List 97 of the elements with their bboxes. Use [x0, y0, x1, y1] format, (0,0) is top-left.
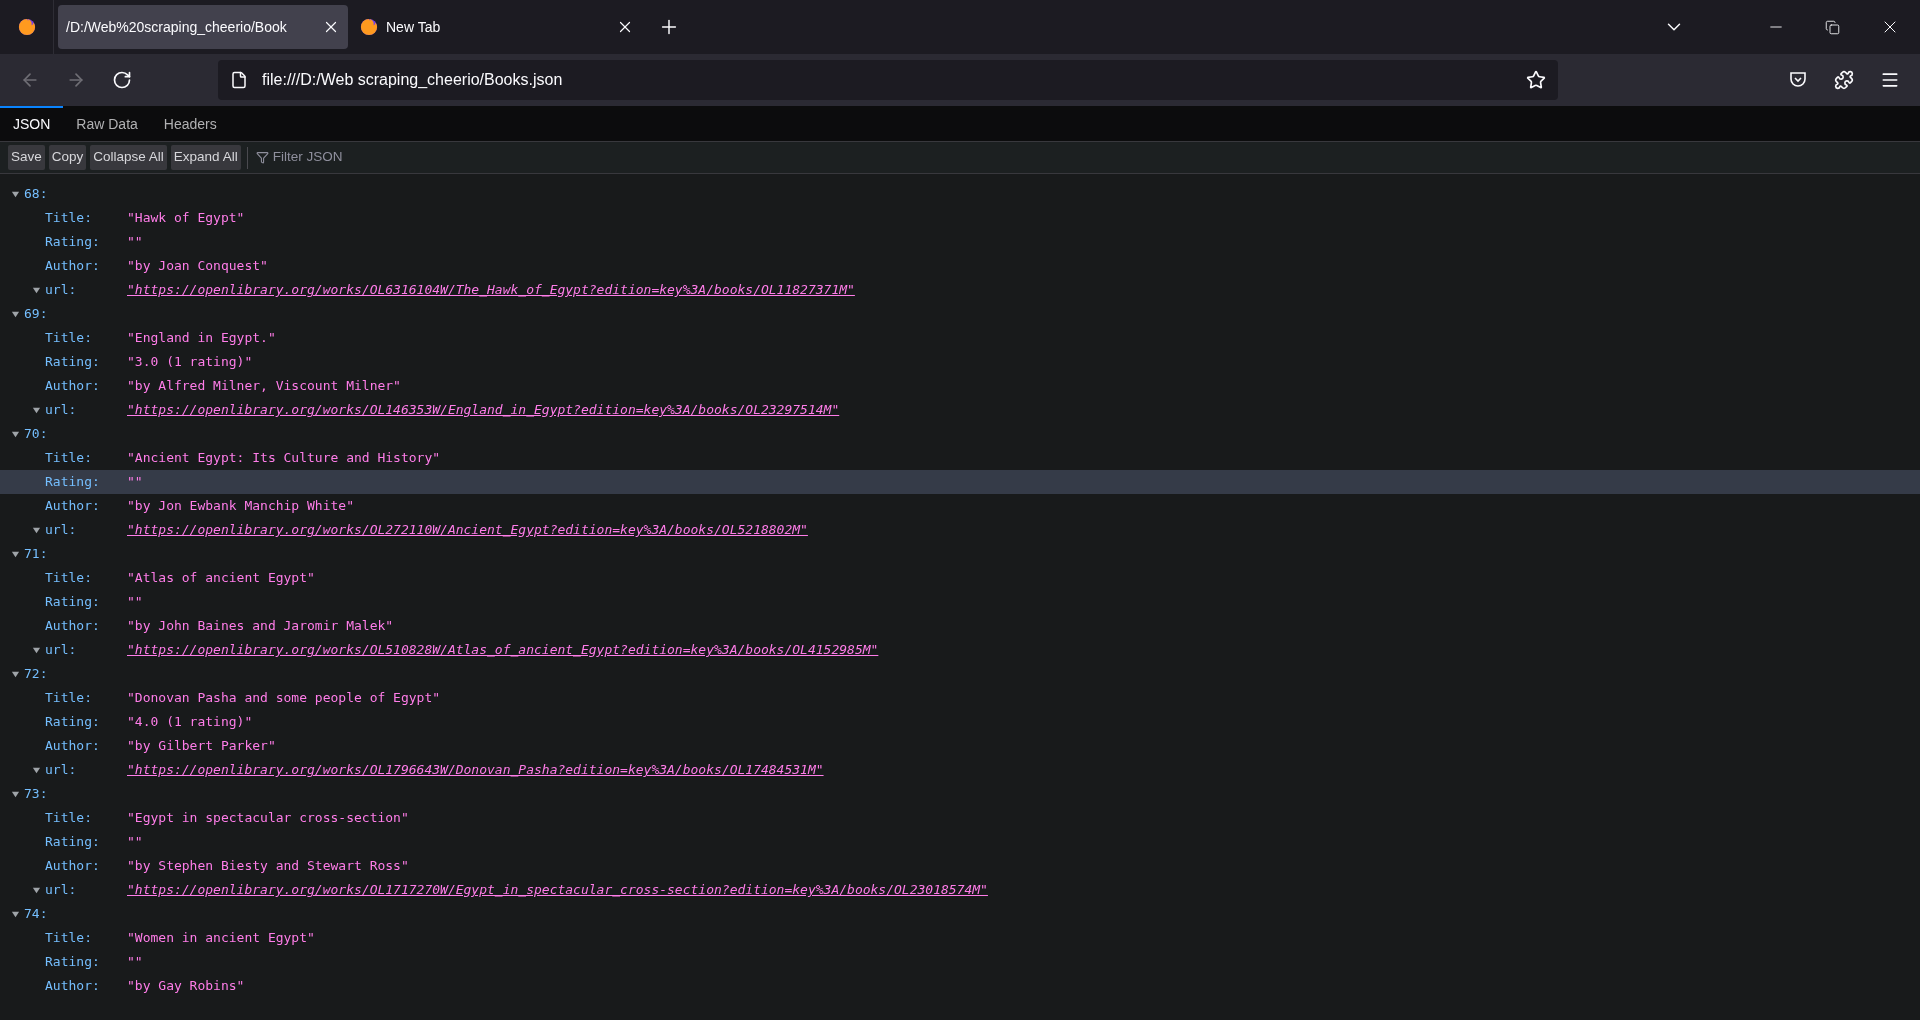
field-value: "by Joan Conquest" [127, 257, 268, 276]
viewer-tab[interactable]: Headers [150, 106, 230, 141]
caret-icon[interactable] [32, 525, 41, 535]
entry-index: 68: [24, 185, 48, 204]
tab-title: New Tab [386, 17, 442, 37]
url-link[interactable]: "https://openlibrary.org/works/OL510828W/Atlas_of_ancient_Egypt?edition=key%3A/books/OL4152985M" [127, 640, 879, 660]
field-value: "by John Baines and Jaromir Malek" [127, 617, 394, 636]
field-value: "Women in ancient Egypt" [127, 929, 315, 948]
field-value: "3.0 (1 rating)" [127, 353, 253, 372]
entry-index: 74: [24, 905, 48, 924]
caret-icon[interactable] [32, 885, 41, 895]
address-bar[interactable]: file:///D:/Web scraping_cheerio/Books.json [218, 60, 1558, 100]
field-value: "Hawk of Egypt" [127, 209, 245, 228]
field-value: "by Alfred Milner, Viscount Milner" [127, 377, 401, 396]
toolbar-button[interactable]: Copy [48, 145, 87, 170]
extensions-icon[interactable] [1834, 70, 1854, 90]
entry-index: 70: [24, 425, 48, 444]
field-key: Author: [45, 616, 127, 636]
field-value: "" [127, 953, 143, 972]
viewer-tab[interactable]: Raw Data [63, 106, 151, 141]
field-key: Rating: [45, 592, 127, 612]
field-value: "" [127, 593, 143, 612]
field-key: Author: [45, 496, 127, 516]
field-key: Title: [45, 208, 127, 228]
field-key: Rating: [45, 712, 127, 732]
caret-icon[interactable] [32, 405, 41, 415]
caret-icon[interactable] [11, 189, 20, 199]
field-key: Title: [45, 448, 127, 468]
field-key: Title: [45, 328, 127, 348]
field-key: Author: [45, 256, 127, 276]
entry-index: 69: [24, 305, 48, 324]
browser-logo-icon [17, 18, 36, 36]
field-key: Author: [45, 376, 127, 396]
toolbar-button[interactable]: Expand All [170, 145, 241, 170]
field-value: "Donovan Pasha and some people of Egypt" [127, 689, 441, 708]
toolbar-button[interactable]: Save [8, 145, 45, 170]
browser-tab[interactable]: /D:/Web%20scraping_cheerio/Book [58, 5, 348, 49]
field-key: Rating: [45, 952, 127, 972]
entry-index: 71: [24, 545, 48, 564]
tab-title: /D:/Web%20scraping_cheerio/Book [66, 17, 288, 37]
star-icon[interactable] [1526, 70, 1546, 90]
reload-icon[interactable] [112, 70, 132, 90]
field-value: "by Gilbert Parker" [127, 737, 276, 756]
caret-icon[interactable] [11, 429, 20, 439]
field-key: Rating: [45, 232, 127, 252]
pocket-icon[interactable] [1788, 70, 1808, 90]
field-key: url: [45, 760, 127, 780]
filter-icon [255, 151, 269, 164]
field-value: "by Gay Robins" [127, 977, 245, 996]
field-key: url: [45, 400, 127, 420]
url-link[interactable]: "https://openlibrary.org/works/OL6316104W/The_Hawk_of_Egypt?edition=key%3A/books/OL11827371M" [127, 280, 855, 300]
entry-index: 72: [24, 665, 48, 684]
browser-logo-icon [360, 18, 378, 36]
url-link[interactable]: "https://openlibrary.org/works/OL272110W/Ancient_Egypt?edition=key%3A/books/OL5218802M" [127, 520, 808, 540]
field-value: "4.0 (1 rating)" [127, 713, 253, 732]
field-key: url: [45, 280, 127, 300]
caret-icon[interactable] [32, 285, 41, 295]
field-key: Title: [45, 688, 127, 708]
field-value: "" [127, 233, 143, 252]
url-link[interactable]: "https://openlibrary.org/works/OL1796643W/Donovan_Pasha?edition=key%3A/books/OL17484531M" [127, 760, 824, 780]
field-value: "" [127, 473, 143, 492]
field-value: "Ancient Egypt: Its Culture and History" [127, 449, 441, 468]
caret-icon[interactable] [11, 549, 20, 559]
url-link[interactable]: "https://openlibrary.org/works/OL1717270W/Egypt_in_spectacular_cross-section?edition=key%3A/books/OL23018574M" [127, 880, 988, 900]
field-key: Rating: [45, 352, 127, 372]
field-key: Title: [45, 568, 127, 588]
caret-icon[interactable] [32, 645, 41, 655]
field-key: Rating: [45, 832, 127, 852]
browser-tab[interactable]: New Tab [352, 5, 642, 49]
caret-icon[interactable] [11, 789, 20, 799]
field-value: "Egypt in spectacular cross-section" [127, 809, 409, 828]
field-key: Rating: [45, 472, 127, 492]
caret-icon[interactable] [32, 765, 41, 775]
field-key: Title: [45, 808, 127, 828]
field-key: url: [45, 880, 127, 900]
field-value: "by Stephen Biesty and Stewart Ross" [127, 857, 409, 876]
menu-icon[interactable] [1880, 70, 1900, 90]
field-value: "" [127, 833, 143, 852]
file-icon [230, 71, 248, 89]
field-key: url: [45, 520, 127, 540]
address-text: file:///D:/Web scraping_cheerio/Books.json [262, 70, 564, 90]
caret-icon[interactable] [11, 909, 20, 919]
field-value: "England in Egypt." [127, 329, 276, 348]
field-key: Author: [45, 976, 127, 996]
filter-field[interactable]: Filter JSON [272, 147, 473, 168]
field-value: "by Jon Ewbank Manchip White" [127, 497, 354, 516]
field-key: Author: [45, 856, 127, 876]
field-key: Title: [45, 928, 127, 948]
field-value: "Atlas of ancient Egypt" [127, 569, 315, 588]
toolbar-button[interactable]: Collapse All [90, 145, 167, 170]
restore-icon[interactable] [1825, 19, 1840, 35]
caret-icon[interactable] [11, 669, 20, 679]
entry-index: 73: [24, 785, 48, 804]
caret-icon[interactable] [11, 309, 20, 319]
field-key: url: [45, 640, 127, 660]
field-key: Author: [45, 736, 127, 756]
url-link[interactable]: "https://openlibrary.org/works/OL146353W/England_in_Egypt?edition=key%3A/books/OL23297514M" [127, 400, 840, 420]
